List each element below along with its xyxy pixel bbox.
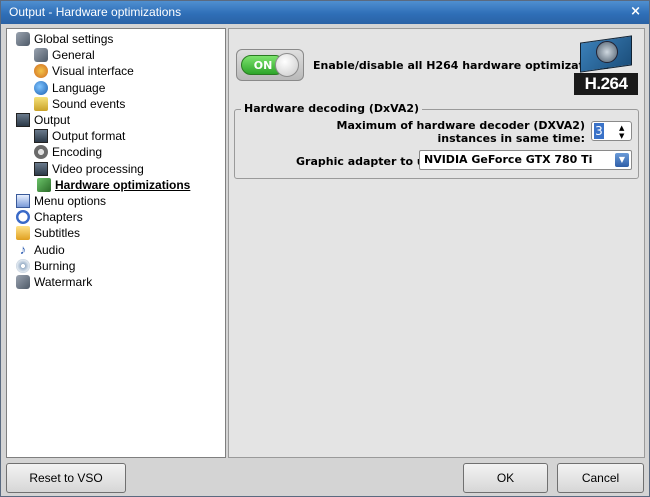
tree-item-subtitles[interactable]: Subtitles bbox=[16, 225, 80, 241]
spin-down-icon[interactable]: ▼ bbox=[619, 133, 624, 140]
tree-item-burning[interactable]: Burning bbox=[16, 258, 75, 274]
sound-icon bbox=[34, 96, 48, 111]
tree-item-label: Encoding bbox=[52, 145, 103, 160]
tree-item-visual-interface[interactable]: Visual interface bbox=[34, 63, 134, 79]
disc-icon bbox=[16, 258, 30, 273]
dropdown-arrow-icon[interactable]: ▼ bbox=[615, 153, 629, 167]
h264-logo: H.264 bbox=[574, 35, 638, 97]
wrench-icon bbox=[16, 32, 30, 46]
palette-icon bbox=[34, 64, 48, 79]
group-title: Hardware decoding (DxVA2) bbox=[241, 102, 423, 115]
tree-item-video-processing[interactable]: Video processing bbox=[34, 161, 144, 177]
max-instances-label: Maximum of hardware decoder (DXVA2) inst… bbox=[336, 119, 585, 145]
tree-item-label: Sound events bbox=[52, 96, 126, 111]
monitor-icon bbox=[16, 113, 30, 127]
tree-item-label: Subtitles bbox=[34, 226, 81, 241]
tree-item-watermark[interactable]: Watermark bbox=[16, 274, 92, 290]
settings-tree: Global settings General Visual interface La… bbox=[6, 28, 226, 458]
settings-window: Output - Hardware optimizations × Global… bbox=[0, 0, 650, 497]
tree-item-label: Hardware optimizations bbox=[55, 177, 191, 192]
hardware-optimizations-panel: ON Enable/disable all H264 hardware opti… bbox=[228, 28, 645, 458]
close-icon[interactable]: × bbox=[630, 4, 641, 19]
gpu-value: NVIDIA GeForce GTX 780 Ti bbox=[424, 153, 593, 166]
tree-item-label: Video processing bbox=[52, 161, 144, 176]
h264-badge: H.264 bbox=[574, 73, 638, 95]
ok-button[interactable]: OK bbox=[463, 463, 548, 493]
tree-item-audio[interactable]: ♪ Audio bbox=[16, 242, 65, 258]
tree-item-sound-events[interactable]: Sound events bbox=[34, 96, 125, 112]
title-bar: Output - Hardware optimizations × bbox=[1, 1, 649, 24]
monitor-icon bbox=[34, 161, 48, 176]
tree-item-encoding[interactable]: Encoding bbox=[34, 144, 102, 160]
tree-item-hardware-optimizations[interactable]: Hardware optimizations bbox=[37, 177, 190, 193]
wrench-icon bbox=[34, 48, 48, 63]
window-title: Output - Hardware optimizations bbox=[9, 5, 182, 19]
tree-item-label: Audio bbox=[34, 242, 65, 257]
cancel-button[interactable]: Cancel bbox=[557, 463, 644, 493]
clock-icon bbox=[16, 210, 30, 225]
enable-label: Enable/disable all H264 hardware optimiz… bbox=[313, 59, 610, 72]
toggle-knob[interactable] bbox=[275, 53, 299, 77]
reset-defaults-button[interactable]: Reset to VSO defaults bbox=[6, 463, 126, 493]
globe-icon bbox=[34, 80, 48, 95]
hw-optimizations-toggle[interactable]: ON bbox=[236, 49, 304, 81]
wrench-icon bbox=[16, 275, 30, 289]
tree-item-global-settings[interactable]: Global settings bbox=[16, 31, 113, 47]
tree-item-label: Global settings bbox=[34, 32, 114, 46]
max-instances-value[interactable]: 3 bbox=[594, 123, 604, 139]
fan-icon bbox=[596, 41, 618, 63]
subtitle-icon bbox=[16, 226, 30, 241]
tree-item-label: Burning bbox=[34, 258, 76, 273]
gear-icon bbox=[34, 145, 48, 160]
monitor-icon bbox=[34, 129, 48, 144]
tree-item-label: Output bbox=[34, 113, 71, 127]
tree-item-label: Watermark bbox=[34, 275, 93, 289]
tree-item-output[interactable]: Output bbox=[16, 112, 70, 128]
tree-item-label: General bbox=[52, 48, 95, 63]
spin-up-icon[interactable]: ▲ bbox=[619, 125, 624, 132]
tree-item-label: Output format bbox=[52, 129, 126, 144]
tree-item-label: Chapters bbox=[34, 210, 83, 225]
tree-item-language[interactable]: Language bbox=[34, 80, 105, 96]
tree-item-menu-options[interactable]: Menu options bbox=[16, 193, 106, 209]
card-icon bbox=[37, 177, 51, 192]
music-note-icon: ♪ bbox=[19, 241, 27, 257]
tree-item-label: Language bbox=[52, 80, 106, 95]
menu-icon bbox=[16, 194, 30, 208]
tree-item-general[interactable]: General bbox=[34, 47, 95, 63]
gpu-select[interactable]: NVIDIA GeForce GTX 780 Ti ▼ bbox=[419, 150, 632, 170]
tree-item-label: Menu options bbox=[34, 194, 107, 208]
tree-item-label: Visual interface bbox=[52, 64, 134, 79]
max-instances-spinner[interactable]: 3 ▲ ▼ bbox=[591, 121, 632, 141]
tree-item-output-format[interactable]: Output format bbox=[34, 128, 125, 144]
tree-item-chapters[interactable]: Chapters bbox=[16, 209, 83, 225]
